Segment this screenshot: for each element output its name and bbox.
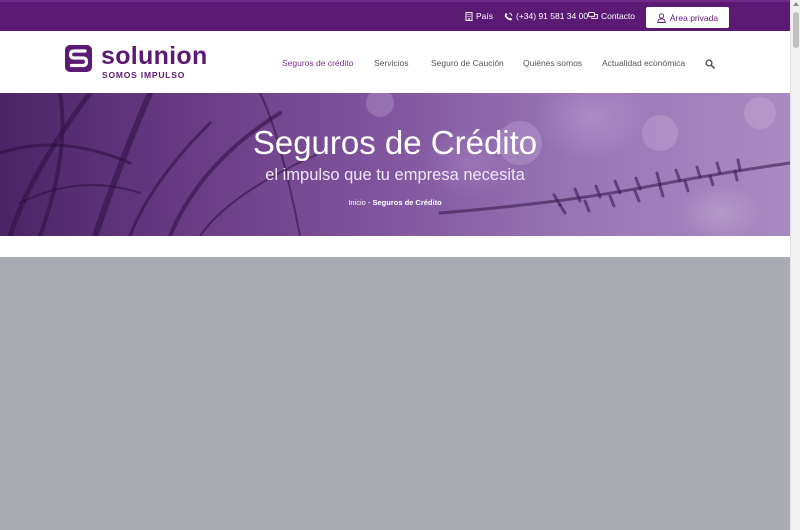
private-area-label: Área privada: [669, 12, 719, 23]
main-header: solunion SOMOS IMPULSO Seguros de crédit…: [0, 31, 790, 93]
chat-icon: [588, 12, 598, 20]
hero-subtitle: el impulso que tu empresa necesita: [265, 166, 525, 184]
scrollbar-thumb[interactable]: [793, 12, 799, 48]
top-utility-bar: País (+34) 91 581 34 00 Contacto Área pr…: [0, 0, 790, 31]
phone-link[interactable]: (+34) 91 581 34 00: [504, 11, 588, 21]
hero-banner: Seguros de Crédito el impulso que tu emp…: [0, 93, 790, 236]
content-area: [0, 236, 790, 257]
nav-seguro-de-caucion[interactable]: Seguro de Caución: [431, 58, 504, 68]
phone-icon: [504, 12, 513, 20]
breadcrumb: Inicio - Seguros de Crédito: [0, 198, 790, 207]
logo-tagline: SOMOS IMPULSO: [102, 70, 186, 80]
phone-number: (+34) 91 581 34 00: [516, 11, 589, 21]
nav-quienes-somos[interactable]: Quiénes somos: [523, 58, 582, 68]
solunion-logo-icon[interactable]: [65, 45, 92, 77]
nav-servicios[interactable]: Servicios: [374, 58, 408, 68]
contact-link[interactable]: Contacto: [588, 11, 635, 21]
building-icon: [465, 11, 473, 21]
hero-title: Seguros de Crédito: [252, 124, 538, 161]
breadcrumb-separator: -: [365, 198, 373, 207]
search-icon[interactable]: [705, 56, 715, 74]
nav-actualidad-economica[interactable]: Actualidad económica: [602, 58, 685, 68]
loading-overlay: [0, 257, 800, 530]
contact-label: Contacto: [601, 11, 636, 21]
country-link[interactable]: País: [465, 11, 493, 21]
breadcrumb-current: Seguros de Crédito: [372, 198, 442, 207]
scroll-up-arrow-icon[interactable]: [793, 2, 799, 6]
nav-seguros-de-credito[interactable]: Seguros de crédito: [282, 58, 353, 68]
country-label: País: [476, 11, 494, 21]
vertical-scrollbar[interactable]: [790, 0, 800, 530]
breadcrumb-home-link[interactable]: Inicio: [348, 198, 366, 207]
user-icon: [657, 12, 666, 23]
logo-wordmark[interactable]: solunion: [101, 43, 208, 69]
private-area-button[interactable]: Área privada: [646, 7, 729, 28]
